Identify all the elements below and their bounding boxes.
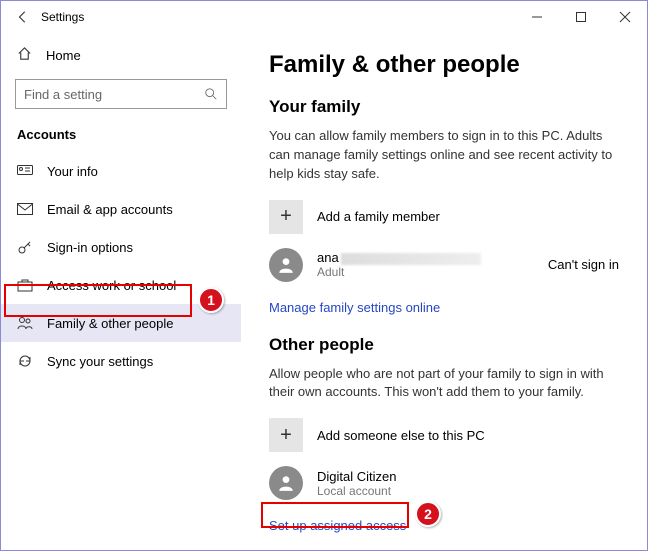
family-desc: You can allow family members to sign in … [269,127,619,184]
page-title: Family & other people [269,51,619,79]
back-button[interactable] [9,10,37,24]
plus-icon: + [269,418,303,452]
manage-family-link[interactable]: Manage family settings online [269,300,440,315]
search-icon [204,87,218,104]
window-title: Settings [41,10,84,24]
callout-badge-1: 1 [198,287,224,313]
other-member-role: Local account [317,484,396,498]
sidebar-item-email[interactable]: Email & app accounts [1,190,241,228]
plus-icon: + [269,200,303,234]
member-role: Adult [317,265,481,279]
other-heading: Other people [269,335,619,355]
add-other-label: Add someone else to this PC [317,428,485,443]
sync-icon [17,353,33,369]
redacted-text [341,253,481,265]
other-member-name: Digital Citizen [317,469,396,484]
member-status: Can't sign in [548,257,619,272]
titlebar: Settings [1,1,647,33]
nav-label: Your info [47,164,98,179]
other-desc: Allow people who are not part of your fa… [269,365,619,403]
avatar-icon [269,466,303,500]
family-heading: Your family [269,97,619,117]
assigned-access-link[interactable]: Set up assigned access [269,518,406,533]
sidebar-item-sync[interactable]: Sync your settings [1,342,241,380]
nav-label: Family & other people [47,316,173,331]
sidebar-item-signin[interactable]: Sign-in options [1,228,241,266]
add-other-user[interactable]: + Add someone else to this PC [269,418,619,452]
person-card-icon [17,165,33,177]
add-family-member[interactable]: + Add a family member [269,200,619,234]
minimize-button[interactable] [515,1,559,33]
mail-icon [17,203,33,215]
sidebar-item-your-info[interactable]: Your info [1,152,241,190]
nav-label: Email & app accounts [47,202,173,217]
home-nav[interactable]: Home [1,37,241,73]
section-heading: Accounts [1,119,241,152]
family-member-row[interactable]: ana Adult Can't sign in [269,248,619,282]
nav-label: Sign-in options [47,240,133,255]
home-icon [17,46,32,64]
briefcase-icon [17,278,33,292]
search-placeholder: Find a setting [24,87,102,102]
close-button[interactable] [603,1,647,33]
key-icon [17,239,33,255]
people-icon [17,316,33,330]
add-family-label: Add a family member [317,209,440,224]
callout-badge-2: 2 [415,501,441,527]
window-controls [515,1,647,33]
home-label: Home [46,48,81,63]
member-name: ana [317,250,481,265]
avatar-icon [269,248,303,282]
search-input[interactable]: Find a setting [15,79,227,109]
maximize-button[interactable] [559,1,603,33]
content-pane: Family & other people Your family You ca… [241,33,647,550]
nav-label: Access work or school [47,278,176,293]
other-user-row[interactable]: Digital Citizen Local account [269,466,619,500]
nav-label: Sync your settings [47,354,153,369]
